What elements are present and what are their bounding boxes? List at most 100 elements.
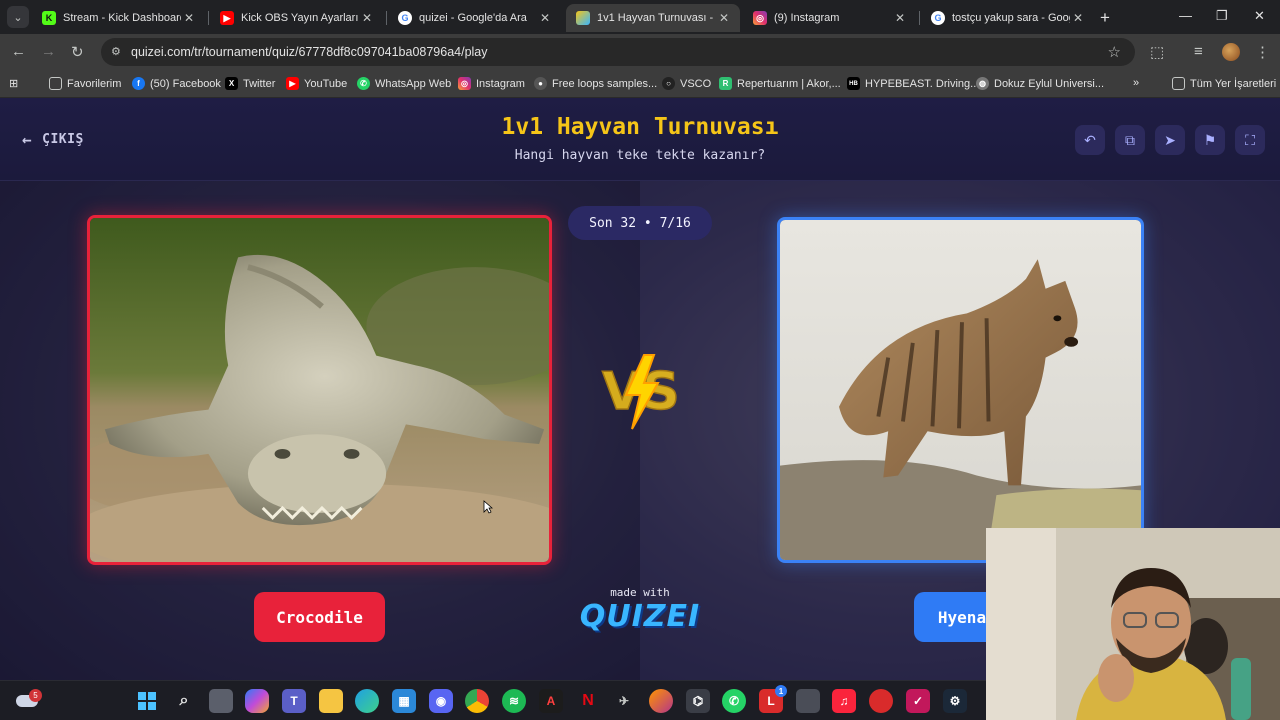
tab-kick-obs[interactable]: ▶ Kick OBS Yayın Ayarları Na ✕ (210, 4, 383, 32)
pick-left-button[interactable]: Crocodile (254, 592, 385, 642)
fullscreen-icon: ⛶ (1245, 131, 1255, 148)
share-icon: ⧉ (1125, 131, 1135, 148)
report-button[interactable]: ⚑ (1195, 125, 1225, 155)
chrome-icon[interactable] (465, 689, 489, 713)
toolbar: ← → ↻ ⚙ quizei.com/tr/tournament/quiz/67… (0, 34, 1280, 70)
bookmark-facebook[interactable]: f (50) Facebook (132, 77, 221, 90)
capture-icon[interactable]: ⌬ (686, 689, 710, 713)
close-tab-icon[interactable]: ✕ (1070, 11, 1086, 25)
url-text[interactable]: quizei.com/tr/tournament/quiz/67778df8c0… (131, 45, 488, 59)
music-icon[interactable]: ♫ (832, 689, 856, 713)
close-tab-icon[interactable]: ✕ (181, 11, 197, 25)
webcam-overlay (986, 528, 1280, 720)
bookmark-vsco[interactable]: ○ VSCO (662, 77, 711, 90)
bookmark-youtube[interactable]: ▶ YouTube (286, 77, 347, 90)
close-window-icon[interactable]: ✕ (1254, 8, 1265, 24)
hyena-image (780, 220, 1141, 560)
bookmarks-bar: ⊞ Favorilerim f (50) Facebook X Twitter ▶ Y… (0, 70, 1280, 98)
tab-search-button[interactable]: ⌄ (7, 6, 29, 28)
send-button[interactable]: ➤ (1155, 125, 1185, 155)
menu-icon[interactable]: ⋮ (1255, 43, 1270, 61)
vsco-icon: ○ (662, 77, 675, 90)
google-icon: G (931, 11, 945, 25)
youtube-icon: ▶ (286, 77, 299, 90)
bookmark-instagram[interactable]: ◎ Instagram (458, 77, 525, 90)
tab-strip: ⌄ K Stream - Kick Dashboard ✕ ▶ Kick OBS… (0, 0, 1280, 34)
extensions-icon[interactable]: ⬚ (1150, 43, 1164, 61)
copilot-icon[interactable] (245, 689, 269, 713)
share-button[interactable]: ⧉ (1115, 125, 1145, 155)
search-icon[interactable]: ⌕ (172, 689, 196, 713)
app-window-icon[interactable] (796, 689, 820, 713)
close-tab-icon[interactable]: ✕ (892, 11, 908, 25)
university-icon: ◍ (976, 77, 989, 90)
quizei-logo[interactable]: QUIZEI (560, 599, 720, 634)
discord-icon[interactable]: ◉ (429, 689, 453, 713)
folder-icon (1172, 77, 1185, 90)
send-icon: ➤ (1164, 131, 1176, 148)
teams-icon[interactable]: T (282, 689, 306, 713)
tab-google-tostcu[interactable]: G tostçu yakup sara - Googl ✕ (921, 4, 1094, 32)
app-l-icon[interactable]: L1 (759, 685, 787, 713)
app-pink-icon[interactable]: ✓ (906, 689, 930, 713)
minimize-icon[interactable]: — (1179, 8, 1192, 23)
profile-avatar[interactable] (1222, 43, 1240, 61)
bookmark-twitter[interactable]: X Twitter (225, 77, 275, 90)
bookmark-free-loops[interactable]: ● Free loops samples... (534, 77, 657, 90)
tab-instagram[interactable]: ◎ (9) Instagram ✕ (743, 4, 916, 32)
all-bookmarks[interactable]: Tüm Yer İşaretleri (1172, 77, 1276, 90)
task-view-icon[interactable] (209, 689, 233, 713)
webcam-feed-image (986, 528, 1280, 720)
address-bar[interactable]: ⚙ quizei.com/tr/tournament/quiz/67778df8… (101, 38, 1135, 66)
file-explorer-icon[interactable] (319, 689, 343, 713)
whatsapp-icon[interactable]: ✆ (722, 689, 746, 713)
site-info-icon[interactable]: ⚙ (111, 45, 125, 59)
option-card-right[interactable] (777, 217, 1144, 563)
reload-icon[interactable]: ↻ (71, 43, 84, 61)
bookmarks-overflow-icon[interactable]: » (1133, 77, 1139, 89)
close-tab-icon[interactable]: ✕ (359, 11, 375, 25)
edge-icon[interactable] (355, 689, 379, 713)
apps-grid-icon[interactable]: ⊞ (9, 77, 18, 90)
hypebeast-icon: HB (847, 77, 860, 90)
tab-quizei-active[interactable]: 1v1 Hayvan Turnuvası - Tie ✕ (566, 4, 740, 32)
new-tab-icon[interactable]: + (1100, 8, 1110, 28)
forward-icon[interactable]: → (41, 43, 56, 60)
bookmark-favorilerim[interactable]: Favorilerim (49, 77, 121, 90)
tab-google-search[interactable]: G quizei - Google'da Ara ✕ (388, 4, 561, 32)
folder-icon (49, 77, 62, 90)
app-red-icon[interactable] (869, 689, 893, 713)
notification-badge: 1 (775, 685, 787, 697)
instagram-icon: ◎ (753, 11, 767, 25)
adobe-icon[interactable]: A (539, 689, 563, 713)
mouse-cursor-icon (483, 500, 493, 514)
back-icon[interactable]: ← (11, 43, 26, 60)
weather-widget[interactable]: 5 (16, 689, 42, 711)
netflix-icon[interactable]: N (576, 689, 600, 713)
bookmark-dokuz-eylul[interactable]: ◍ Dokuz Eylul Universi... (976, 77, 1104, 90)
fullscreen-button[interactable]: ⛶ (1235, 125, 1265, 155)
bookmark-hypebeast[interactable]: HB HYPEBEAST. Driving... (847, 77, 979, 90)
bookmark-repertuar[interactable]: R Repertuarım | Akor,... (719, 77, 841, 90)
restore-icon[interactable]: ❐ (1216, 8, 1228, 24)
undo-icon: ↶ (1084, 131, 1096, 148)
tab-kick-dashboard[interactable]: K Stream - Kick Dashboard ✕ (32, 4, 205, 32)
youtube-icon: ▶ (220, 11, 234, 25)
steam-icon[interactable]: ⚙ (943, 689, 967, 713)
firefox-icon[interactable] (649, 689, 673, 713)
close-tab-icon[interactable]: ✕ (716, 11, 732, 25)
vs-lightning-icon: VS (601, 354, 680, 430)
flag-icon: ⚑ (1203, 131, 1217, 148)
bookmark-whatsapp[interactable]: ✆ WhatsApp Web (357, 77, 451, 90)
undo-button[interactable]: ↶ (1075, 125, 1105, 155)
facebook-icon: f (132, 77, 145, 90)
app-icon[interactable]: ✈ (612, 689, 636, 713)
store-icon[interactable]: ▦ (392, 689, 416, 713)
round-badge: Son 32 • 7/16 (568, 206, 712, 240)
windows-icon (138, 692, 156, 710)
spotify-icon[interactable]: ≋ (502, 689, 526, 713)
media-control-icon[interactable]: ≡ (1194, 43, 1203, 60)
start-button[interactable] (135, 689, 159, 713)
close-tab-icon[interactable]: ✕ (537, 11, 553, 25)
bookmark-star-icon[interactable]: ☆ (1108, 43, 1121, 61)
